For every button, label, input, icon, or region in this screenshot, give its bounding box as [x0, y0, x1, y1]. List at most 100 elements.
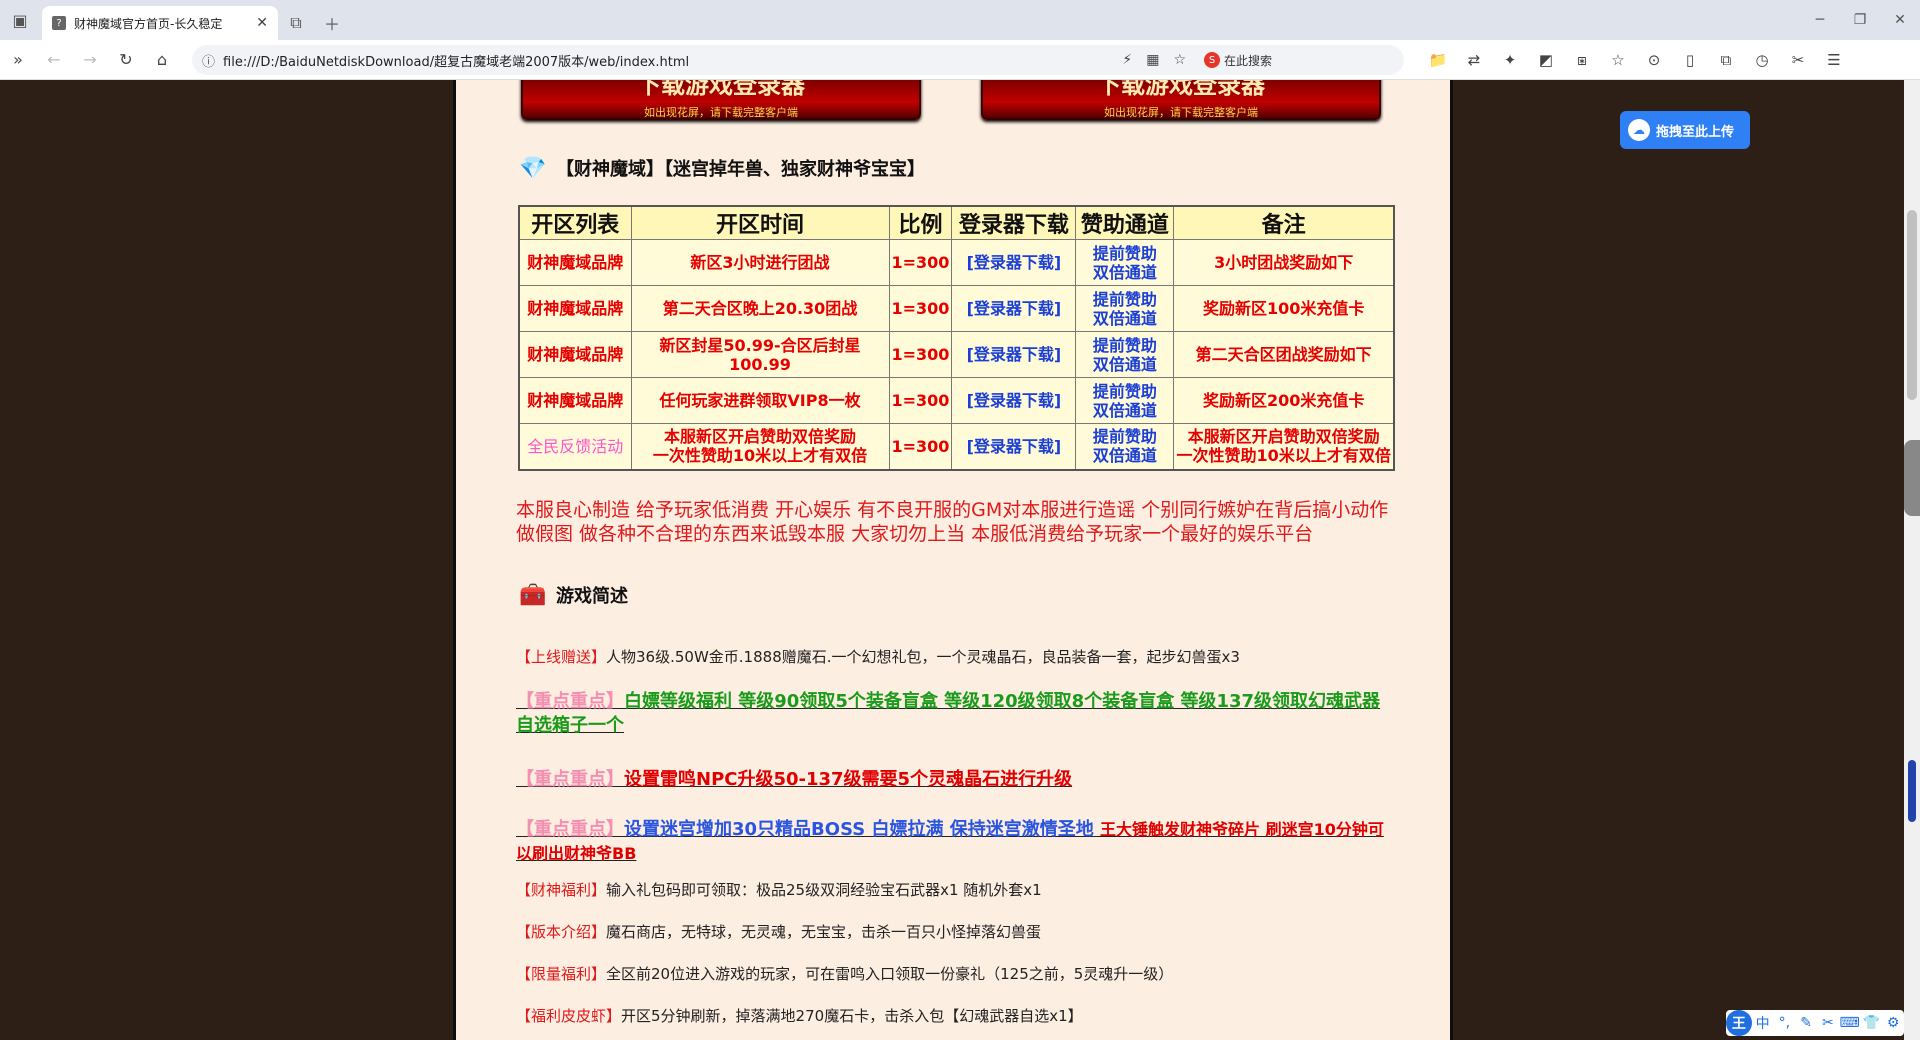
table-cell-pass[interactable]: 提前赞助 双倍通道 — [1075, 285, 1175, 332]
download-icon[interactable]: ⊙ — [1636, 51, 1672, 69]
ai-sparkle-icon[interactable]: ✦ — [1492, 51, 1528, 69]
ime-settings-icon[interactable]: ⚙ — [1882, 1015, 1904, 1031]
search-box[interactable]: S 在此搜索 — [1204, 52, 1394, 69]
home-icon[interactable]: ⌂ — [144, 40, 180, 80]
table-cell-pass[interactable]: 提前赞助 双倍通道 — [1075, 423, 1175, 470]
column-header: 赞助通道 — [1075, 205, 1175, 240]
side-scroll-indicator[interactable] — [1908, 760, 1916, 822]
download-banner-2[interactable]: 下载游戏登录器 如出现花屏，请下载完整客户端 — [981, 80, 1381, 120]
window-icon[interactable]: ⧉ — [1708, 51, 1744, 69]
screenshot-icon[interactable]: ✂ — [1780, 51, 1816, 69]
banner-subtitle: 如出现花屏，请下载完整客户端 — [644, 106, 798, 119]
info-text: 魔石商店，无特球，无灵魂，无宝宝，击杀一百只小怪掉落幻兽蛋 — [606, 923, 1042, 941]
highlight-line[interactable]: 【重点重点】白嫖等级福利 等级90领取5个装备盲盒 等级120级领取8个装备盲盒… — [516, 690, 1396, 738]
ime-handwrite-icon[interactable]: ✎ — [1795, 1015, 1817, 1031]
main-content: 下载游戏登录器 如出现花屏，请下载完整客户端 下载游戏登录器 如出现花屏，请下载… — [453, 80, 1453, 1040]
table-row: 财神魔域品牌 任何玩家进群领取VIP8一枚 1=300 [登录器下载] 提前赞助 双倍通道… — [518, 377, 1395, 424]
table-cell-ratio: 1=300 — [888, 331, 953, 378]
menu-icon[interactable]: ☰ — [1816, 51, 1852, 69]
ime-chinese-mode[interactable]: 中 — [1752, 1013, 1774, 1033]
section-title: 【财神魔域】【迷宫掉年兽、独家财神爷宝宝】 — [556, 159, 925, 180]
highlight-line[interactable]: 【重点重点】设置雷鸣NPC升级50-137级需要5个灵魂晶石进行升级 — [516, 768, 1396, 792]
table-cell-pass[interactable]: 提前赞助 双倍通道 — [1075, 331, 1175, 378]
search-placeholder[interactable]: 在此搜索 — [1224, 52, 1272, 69]
info-text: 输入礼包码即可领取：极品25级双洞经验宝石武器x1 随机外套x1 — [606, 881, 1042, 899]
info-line: 【版本介绍】魔石商店，无特球，无灵魂，无宝宝，击杀一百只小怪掉落幻兽蛋 — [516, 922, 1396, 943]
reader-mode-icon[interactable]: ▦ — [1146, 52, 1159, 68]
ime-skin-icon[interactable]: 👕 — [1860, 1015, 1882, 1031]
extensions-puzzle-icon[interactable]: ⧆ — [1564, 51, 1600, 69]
extension-app-icon[interactable]: ◩ — [1528, 51, 1564, 69]
address-url[interactable]: file:///D:/BaiduNetdiskDownload/超复古魔域老端2… — [223, 51, 1108, 70]
new-tab-icon[interactable]: ＋ — [314, 6, 350, 40]
sidebar-toggle-icon[interactable]: ▣ — [0, 0, 40, 40]
minimize-icon[interactable]: ─ — [1800, 0, 1840, 40]
table-cell-ratio: 1=300 — [888, 423, 953, 470]
notice-text: 本服良心制造 给予玩家低消费 开心娱乐 有不良开服的GM对本服进行造谣 个别同行… — [516, 498, 1396, 546]
table-cell-download[interactable]: [登录器下载] — [951, 423, 1077, 470]
address-bar[interactable]: ⓘ file:///D:/BaiduNetdiskDownload/超复古魔域老… — [192, 45, 1404, 75]
server-table: 开区列表 开区时间 比例 登录器下载 赞助通道 备注 财神魔域品牌 新区3小时进行… — [518, 205, 1395, 471]
table-cell-note: 奖励新区100米充值卡 — [1173, 285, 1395, 332]
favorites-icon[interactable]: ☆ — [1600, 51, 1636, 69]
notice-line: 本服良心制造 给予玩家低消费 开心娱乐 有不良开服的GM对本服进行造谣 个别同行… — [516, 499, 1389, 521]
table-cell-time: 新区封星50.99-合区后封星100.99 — [630, 331, 890, 378]
table-row: 财神魔域品牌 第二天合区晚上20.30团战 1=300 [登录器下载] 提前赞助 双倍通道… — [518, 285, 1395, 332]
ime-punctuation-icon[interactable]: °, — [1773, 1015, 1795, 1031]
section-title: 游戏简述 — [556, 586, 628, 607]
info-text: 人物36级.50W金币.1888赠魔石.一个幻想礼包，一个灵魂晶石，良品装备一套… — [606, 648, 1240, 666]
tab-favicon-icon: ? — [52, 16, 66, 30]
translate-icon[interactable]: ⇄ — [1456, 51, 1492, 69]
table-cell-list: 财神魔域品牌 — [518, 285, 632, 332]
table-cell-download[interactable]: [登录器下载] — [951, 239, 1077, 286]
notice-line: 做假图 做各种不合理的东西来诋毁本服 大家切勿上当 本服低消费给予玩家一个最好的… — [516, 523, 1314, 545]
tab-close-icon[interactable]: ✕ — [256, 15, 268, 31]
table-cell-time: 本服新区开启赞助双倍奖励 一次性赞助10米以上才有双倍 — [630, 423, 890, 470]
tab-active[interactable]: ? 财神魔域官方首页-长久稳定 ✕ — [42, 6, 278, 40]
ime-keyboard-icon[interactable]: ⌨ — [1839, 1015, 1861, 1031]
download-banner-1[interactable]: 下载游戏登录器 如出现花屏，请下载完整客户端 — [521, 80, 921, 120]
table-cell-note: 奖励新区200米充值卡 — [1173, 377, 1395, 424]
ime-screenshot-icon[interactable]: ✂ — [1817, 1015, 1839, 1031]
tab-bar: ▣ ? 财神魔域官方首页-长久稳定 ✕ ⧉ ＋ — [0, 0, 1920, 40]
info-text: 全区前20位进入游戏的玩家，可在雷鸣入口领取一份豪礼（125之前，5灵魂升一级） — [606, 965, 1174, 983]
table-row: 财神魔域品牌 新区封星50.99-合区后封星100.99 1=300 [登录器下载] 提… — [518, 331, 1395, 378]
back-icon[interactable]: ← — [36, 40, 72, 80]
expand-sidebar-icon[interactable]: » — [0, 40, 36, 80]
history-icon[interactable]: ◷ — [1744, 51, 1780, 69]
search-engine-icon[interactable]: S — [1204, 52, 1220, 68]
side-panel-handle[interactable] — [1904, 440, 1920, 516]
close-window-icon[interactable]: ✕ — [1880, 0, 1920, 40]
table-cell-download[interactable]: [登录器下载] — [951, 285, 1077, 332]
restore-icon[interactable]: ❐ — [1840, 0, 1880, 40]
toolbar: » ← → ↻ ⌂ ⓘ file:///D:/BaiduNetdiskDownl… — [0, 40, 1920, 80]
highlight-line[interactable]: 【重点重点】设置迷宫增加30只精品BOSS 白嫖拉满 保持迷宫激情圣地 王大锤触… — [516, 818, 1396, 866]
table-cell-ratio: 1=300 — [888, 239, 953, 286]
scrollbar-thumb[interactable] — [1907, 210, 1917, 400]
forward-icon[interactable]: → — [72, 40, 108, 80]
table-cell-pass[interactable]: 提前赞助 双倍通道 — [1075, 239, 1175, 286]
baidu-upload-button[interactable]: ☁ 拖拽至此上传 — [1620, 111, 1750, 149]
reload-icon[interactable]: ↻ — [108, 40, 144, 80]
tab-group-icon[interactable]: ⧉ — [278, 6, 314, 40]
table-cell-time: 新区3小时进行团战 — [630, 239, 890, 286]
folder-icon[interactable]: 📁 — [1420, 51, 1456, 69]
table-cell-pass[interactable]: 提前赞助 双倍通道 — [1075, 377, 1175, 424]
speed-mode-icon[interactable]: ⚡ — [1122, 52, 1132, 68]
bookmark-star-icon[interactable]: ☆ — [1173, 52, 1186, 68]
highlight-text: 设置雷鸣NPC升级50-137级需要5个灵魂晶石进行升级 — [624, 769, 1073, 790]
window-controls: ─ ❐ ✕ — [1800, 0, 1920, 40]
baidu-cloud-icon: ☁ — [1628, 119, 1650, 141]
info-tag: 【财神福利】 — [516, 881, 607, 899]
table-row: 财神魔域品牌 新区3小时进行团战 1=300 [登录器下载] 提前赞助 双倍通道 3小时团战… — [518, 239, 1395, 286]
page-scrollbar[interactable] — [1904, 80, 1920, 1040]
highlight-tag: 【重点重点】 — [516, 691, 624, 712]
ime-logo-icon[interactable]: 王 — [1726, 1010, 1752, 1036]
table-cell-list: 财神魔域品牌 — [518, 331, 632, 378]
table-cell-download[interactable]: [登录器下载] — [951, 331, 1077, 378]
file-info-icon[interactable]: ⓘ — [202, 51, 215, 70]
mobile-icon[interactable]: ▯ — [1672, 51, 1708, 69]
info-text: 开区5分钟刷新，掉落满地270魔石卡，击杀入包【幻魂武器自选x1】 — [621, 1007, 1083, 1025]
column-header: 比例 — [888, 205, 953, 240]
table-cell-download[interactable]: [登录器下载] — [951, 377, 1077, 424]
